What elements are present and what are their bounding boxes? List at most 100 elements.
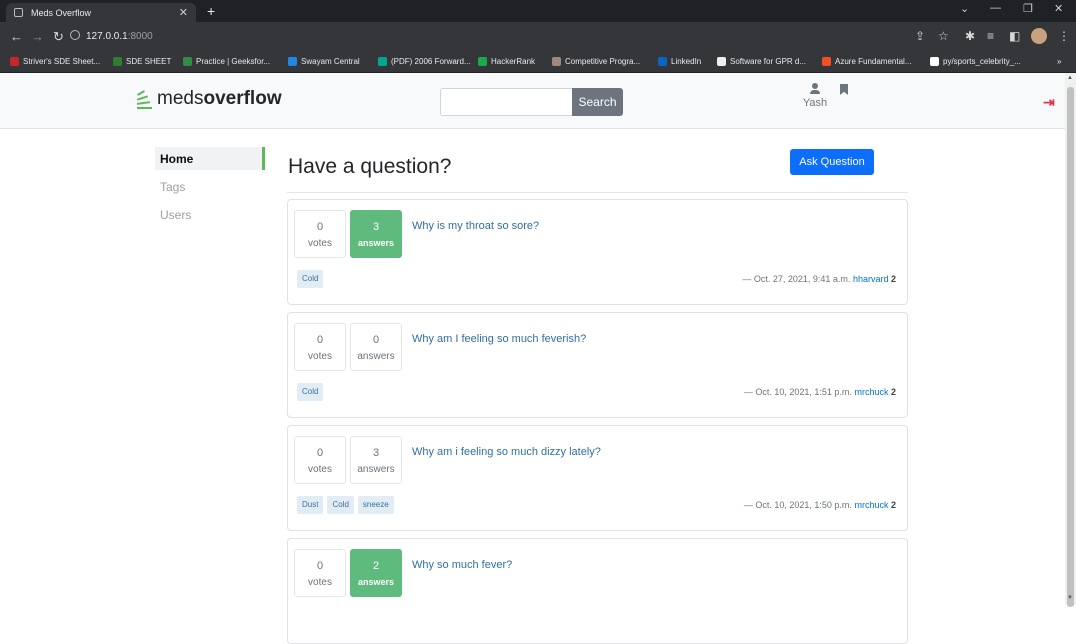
more-bookmarks-button[interactable]: »	[1057, 57, 1061, 66]
tab-search-icon[interactable]: ⌄	[960, 2, 969, 15]
bookmark-item[interactable]: Software for GPR d...	[717, 57, 806, 66]
close-window-button[interactable]: ✕	[1054, 2, 1063, 15]
question-title-link[interactable]: Why am I feeling so much feverish?	[412, 333, 586, 345]
tag-chip[interactable]: Dust	[297, 496, 324, 514]
author-link[interactable]: hharvard	[853, 274, 889, 284]
bookmark-item[interactable]: Azure Fundamental...	[822, 57, 911, 66]
bookmark-item[interactable]: (PDF) 2006 Forward...	[378, 57, 471, 66]
minimize-button[interactable]: —	[990, 2, 1001, 14]
question-title-link[interactable]: Why is my throat so sore?	[412, 220, 539, 232]
bookmark-item[interactable]: Practice | Geeksfor...	[183, 57, 270, 66]
bookmark-label: Software for GPR d...	[730, 57, 807, 66]
username: Yash	[802, 97, 828, 109]
answer-count: 2	[372, 560, 380, 572]
bookmark-label: Swayam Central	[301, 57, 360, 66]
bookmark-item[interactable]: Swayam Central	[288, 57, 360, 66]
divider	[287, 192, 908, 193]
vote-count: 0	[316, 221, 324, 233]
restore-button[interactable]: ❐	[1023, 2, 1033, 15]
scroll-thumb[interactable]	[1067, 87, 1074, 607]
tag-list: Cold	[297, 383, 327, 401]
meta-dash: —	[743, 500, 753, 510]
back-icon[interactable]: ←	[10, 29, 23, 44]
question-card: 0 votes 3 answers Why am i feeling so much d…	[287, 425, 908, 531]
bookmark-label: HackerRank	[491, 57, 536, 66]
answer-count: 0	[372, 334, 380, 346]
votes-counter: 0 votes	[294, 549, 346, 597]
bookmark-label: Striver's SDE Sheet...	[23, 57, 101, 66]
search-input[interactable]	[440, 88, 573, 116]
tag-chip[interactable]: Cold	[297, 383, 324, 401]
user-icon	[810, 83, 820, 95]
tab-title: Meds Overflow	[31, 7, 92, 18]
forward-icon[interactable]: →	[31, 29, 44, 44]
bookmark-favicon-icon	[930, 57, 939, 66]
tag-chip[interactable]: sneeze	[357, 496, 394, 514]
extensions-icon[interactable]: ✱	[965, 29, 975, 43]
sidebar-item-tags[interactable]: Tags	[155, 175, 265, 198]
tag-chip[interactable]: Cold	[327, 496, 354, 514]
ask-question-button[interactable]: Ask Question	[790, 149, 874, 175]
bookmark-favicon-icon	[717, 57, 726, 66]
scroll-up-icon[interactable]: ▲	[1067, 75, 1073, 81]
bookmark-item[interactable]: HackerRank	[478, 57, 535, 66]
logout-icon[interactable]: ⇥	[1043, 94, 1055, 111]
meta-dash: —	[743, 387, 753, 397]
menu-icon[interactable]: ⋮	[1058, 29, 1070, 43]
answers-label: answers	[357, 238, 395, 248]
scroll-down-icon[interactable]: ▼	[1067, 595, 1073, 601]
browser-tab[interactable]: Meds Overflow ✕	[6, 3, 196, 22]
question-card: 0 votes 3 answers Why is my throat so sore? C…	[287, 199, 908, 305]
author-link[interactable]: mrchuck	[854, 387, 888, 397]
question-meta: — Oct. 10, 2021, 1:50 p.m. mrchuck 2	[744, 500, 896, 510]
address-bar[interactable]: 127.0.0.1:8000	[86, 31, 153, 42]
site-favicon-icon	[14, 8, 23, 17]
bookmark-icon[interactable]	[840, 84, 848, 95]
bookmark-item[interactable]: Competitive Progra...	[552, 57, 640, 66]
page-scrollbar[interactable]: ▲ ▼	[1065, 73, 1076, 607]
bookmark-item[interactable]: SDE SHEET	[113, 57, 171, 66]
site-info-icon[interactable]	[70, 30, 80, 40]
bookmark-label: py/sports_celebrity_...	[943, 57, 1021, 66]
votes-label: votes	[308, 351, 332, 362]
site-navbar: medsoverflow Search Yash ⇥	[0, 73, 1065, 129]
url-host: 127.0.0.1	[86, 31, 128, 42]
side-panel-icon[interactable]: ◧	[1009, 29, 1020, 43]
bookmark-item[interactable]: Striver's SDE Sheet...	[10, 57, 100, 66]
bookmark-label: (PDF) 2006 Forward...	[391, 57, 471, 66]
new-tab-button[interactable]: +	[207, 3, 215, 19]
bookmark-favicon-icon	[10, 57, 19, 66]
bookmarks-bar: Striver's SDE Sheet... SDE SHEET Practice …	[0, 52, 1076, 73]
reload-icon[interactable]: ↻	[53, 29, 64, 45]
profile-avatar[interactable]	[1031, 28, 1047, 44]
question-title-link[interactable]: Why so much fever?	[412, 559, 512, 571]
answers-label: answers	[357, 577, 395, 587]
votes-label: votes	[308, 464, 332, 475]
votes-label: votes	[308, 238, 332, 249]
author-link[interactable]: mrchuck	[854, 500, 888, 510]
left-sidebar: Home Tags Users	[155, 147, 265, 231]
close-tab-icon[interactable]: ✕	[179, 6, 188, 19]
bookmark-item[interactable]: LinkedIn	[658, 57, 701, 66]
answers-label: answers	[357, 351, 395, 362]
user-profile-link[interactable]: Yash	[800, 83, 830, 109]
bookmark-favicon-icon	[288, 57, 297, 66]
tag-chip[interactable]: Cold	[297, 270, 324, 288]
reading-list-icon[interactable]: ≡	[987, 29, 994, 43]
author-reputation: 2	[890, 274, 896, 284]
vote-count: 0	[316, 447, 324, 459]
asked-date: Oct. 27, 2021, 9:41 a.m.	[753, 274, 851, 284]
site-logo[interactable]: medsoverflow	[135, 88, 282, 110]
answers-label: answers	[357, 464, 395, 475]
bookmark-favicon-icon	[552, 57, 561, 66]
question-title-link[interactable]: Why am i feeling so much dizzy lately?	[412, 446, 601, 458]
question-card: 0 votes 0 answers Why am I feeling so much f…	[287, 312, 908, 418]
logo-stack-icon	[135, 88, 155, 110]
search-button[interactable]: Search	[572, 88, 623, 116]
share-icon[interactable]: ⇪	[915, 29, 925, 43]
sidebar-item-users[interactable]: Users	[155, 203, 265, 226]
sidebar-item-home[interactable]: Home	[155, 147, 265, 170]
bookmark-star-icon[interactable]: ☆	[938, 29, 949, 43]
meta-dash: —	[742, 274, 752, 284]
bookmark-item[interactable]: py/sports_celebrity_...	[930, 57, 1021, 66]
